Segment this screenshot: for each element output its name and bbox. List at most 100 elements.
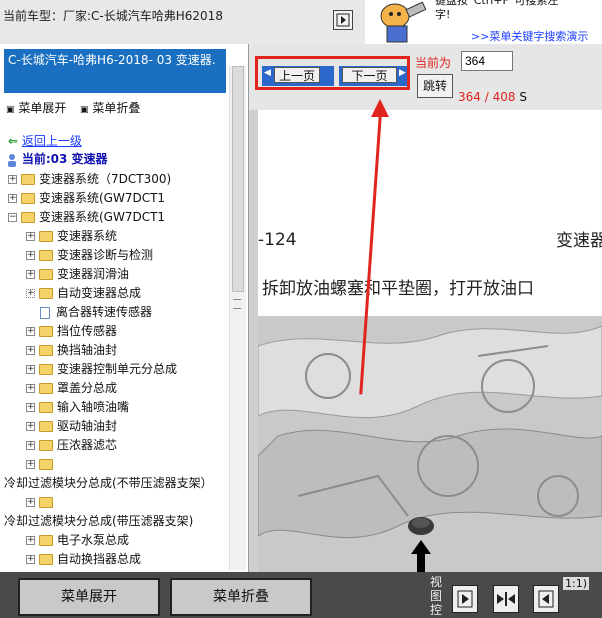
tree-item-label: 驱动轴油封 — [57, 419, 118, 433]
collapse-menu-button[interactable]: 菜单折叠 — [170, 578, 312, 616]
folder-icon — [39, 345, 53, 356]
fit-view-button[interactable] — [493, 585, 519, 613]
mascot-icon — [380, 1, 427, 43]
collapse-all-label: 菜单折叠 — [92, 101, 141, 115]
view-control-label: 视图控 — [430, 575, 443, 617]
tree-item[interactable]: + — [26, 455, 57, 473]
tree-item-label: 变速器系统(GW7DCT1 — [39, 210, 166, 224]
document-page-code: -124 — [258, 230, 297, 250]
expand-icon[interactable]: + — [26, 422, 35, 431]
collapse-all-control[interactable]: ▣ 菜单折叠 — [80, 99, 140, 116]
folder-icon — [39, 421, 53, 432]
tree-item[interactable]: + 驱动轴油封 — [26, 417, 117, 435]
tree-item-label: 冷却过滤模块分总成(带压滤器支架) — [4, 514, 194, 528]
tree-item[interactable]: − 变速器系统(GW7DCT1 — [8, 208, 165, 226]
current-node: 当前:03 变速器 — [6, 150, 108, 168]
transmission-photo — [258, 316, 602, 572]
back-label: 返回上一级 — [21, 134, 82, 148]
tree-item-label: 变速器润滑油 — [57, 267, 130, 281]
tree-item[interactable]: + 变速器系统(GW7DCT1 — [8, 189, 165, 207]
tree-item[interactable]: + 变速器润滑油 — [26, 265, 129, 283]
folder-icon — [39, 383, 53, 394]
expand-icon[interactable]: + — [26, 270, 35, 279]
tree-item[interactable]: 离合器转速传感器 — [40, 303, 152, 321]
highlight-box — [255, 56, 410, 90]
folder-icon — [39, 364, 53, 375]
prev-view-button[interactable] — [533, 585, 559, 613]
page-count: 364 / 408 S — [458, 90, 527, 104]
expand-icon[interactable]: + — [26, 289, 35, 298]
expand-menu-button[interactable]: 菜单展开 — [18, 578, 160, 616]
tree-item-label: 变速器控制单元分总成 — [57, 362, 178, 376]
tree-item[interactable]: + 变速器控制单元分总成 — [26, 360, 177, 378]
current-page-label: 当前为 — [415, 56, 452, 70]
search-demo-link[interactable]: >>菜单关键字搜索演示 — [471, 28, 588, 44]
expand-icon[interactable]: + — [26, 384, 35, 393]
scrollbar-grip-icon — [233, 299, 241, 309]
expand-icon[interactable]: + — [26, 403, 35, 412]
tree-item[interactable]: + 压浓器滤芯 — [26, 436, 117, 454]
jump-button[interactable]: 跳转 — [417, 74, 453, 98]
zoom-ratio: 1:1) — [563, 577, 589, 590]
tree-item[interactable]: + 自动换挡器总成 — [26, 550, 141, 568]
tree-item[interactable]: + 变速器诊断与检测 — [26, 246, 153, 264]
next-view-button[interactable] — [452, 585, 478, 613]
expand-icon[interactable]: + — [26, 327, 35, 336]
document-step-text: 拆卸放油螺塞和平垫圈，打开放油口 — [262, 279, 534, 299]
current-model-label: 当前车型：厂家:C-长城汽车哈弗H62018 — [3, 9, 223, 23]
expand-icon[interactable]: + — [8, 194, 17, 203]
tree-item-label: 压浓器滤芯 — [57, 438, 118, 452]
tree-item-label: 罩盖分总成 — [57, 381, 118, 395]
fit-width-icon — [497, 592, 515, 606]
expand-icon[interactable]: + — [26, 441, 35, 450]
expand-icon[interactable]: + — [26, 536, 35, 545]
menu-tree-panel: C-长城汽车-哈弗H6-2018- 03 变速器. ▣ 菜单展开 ▣ 菜单折叠 … — [0, 44, 249, 572]
folder-icon — [39, 269, 53, 280]
expand-icon[interactable]: + — [26, 251, 35, 260]
tree-item[interactable]: + 变速器系统（7DCT300) — [8, 170, 171, 188]
folder-icon — [39, 402, 53, 413]
arrow-right-icon — [336, 13, 350, 27]
tree-item[interactable]: + — [26, 493, 57, 511]
tree-scrollbar[interactable] — [229, 66, 246, 570]
expand-icon[interactable]: + — [26, 365, 35, 374]
expand-icon[interactable]: + — [26, 232, 35, 241]
page-total: 408 — [492, 90, 516, 104]
expand-icon[interactable]: + — [26, 460, 35, 469]
tree-item[interactable]: + 输入轴喷油嘴 — [26, 398, 129, 416]
tree-item[interactable]: 冷却过滤模块分总成(不带压滤器支架） — [4, 474, 213, 492]
document-margin — [249, 110, 258, 572]
tree-item-label: 挡位传感器 — [57, 324, 118, 338]
tree-item[interactable]: + 自动变速器总成 — [26, 284, 141, 302]
back-arrow-icon: ⇐ — [8, 134, 19, 148]
expand-icon[interactable]: + — [8, 175, 17, 184]
tree-item-label: 变速器诊断与检测 — [57, 248, 154, 262]
page-current: 364 — [458, 90, 481, 104]
tree-item[interactable]: + 变速器系统 — [26, 227, 117, 245]
scrollbar-thumb[interactable] — [232, 66, 244, 292]
expand-icon[interactable]: + — [26, 498, 35, 507]
page-number-input[interactable] — [461, 51, 513, 71]
expand-all-control[interactable]: ▣ 菜单展开 — [6, 99, 66, 116]
back-link[interactable]: ⇐ 返回上一级 — [8, 132, 82, 150]
folder-icon — [39, 231, 53, 242]
folder-icon — [39, 554, 53, 565]
square-icon: ▣ — [6, 105, 15, 115]
toggle-panel-button[interactable] — [333, 10, 353, 30]
collapse-icon[interactable]: − — [8, 213, 17, 222]
tree-item[interactable]: 冷却过滤模块分总成(带压滤器支架) — [4, 512, 193, 530]
expand-icon[interactable]: + — [26, 346, 35, 355]
folder-icon — [39, 535, 53, 546]
search-hint-line1: 键盘按“Ctrl+F”可搜索左 — [435, 0, 559, 7]
tree-item[interactable]: + 罩盖分总成 — [26, 379, 117, 397]
folder-icon — [39, 326, 53, 337]
tree-item-label: 冷却过滤模块分总成(不带压滤器支架） — [4, 476, 213, 490]
tree-item-label: 自动变速器总成 — [57, 286, 142, 300]
tree-item-label: 电子水泵总成 — [57, 533, 130, 547]
tree-item[interactable]: + 电子水泵总成 — [26, 531, 129, 549]
tree-item[interactable]: + 挡位传感器 — [26, 322, 117, 340]
tree-item[interactable]: + 换挡轴油封 — [26, 341, 117, 359]
expand-icon[interactable]: + — [26, 555, 35, 564]
search-hint-line2: 字! — [435, 8, 451, 21]
tree-item-label: 变速器系统 — [57, 229, 118, 243]
